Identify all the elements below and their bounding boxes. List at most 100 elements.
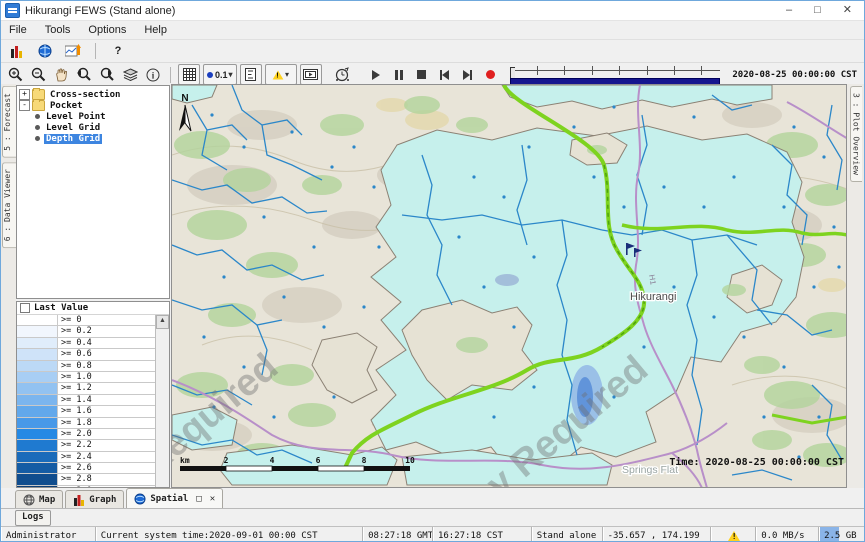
gauge-dot <box>532 385 535 388</box>
play-button[interactable] <box>366 65 386 84</box>
legend-color-swatch <box>17 452 58 462</box>
zoom-out-icon[interactable] <box>28 65 48 84</box>
tree-item-level-grid[interactable]: Level Grid <box>19 122 167 133</box>
gauge-dot <box>512 325 515 328</box>
pause-button[interactable] <box>389 65 409 84</box>
legend-row[interactable]: >= 0.2 <box>17 326 155 337</box>
expand-icon[interactable]: + <box>19 89 30 100</box>
info-icon[interactable]: i <box>143 65 163 84</box>
animation-dialog-icon[interactable] <box>300 64 322 85</box>
legend-row[interactable]: >= 0.4 <box>17 338 155 349</box>
maximize-icon[interactable]: □ <box>814 2 821 19</box>
app-logo-icon <box>5 3 20 18</box>
layers-icon[interactable] <box>120 65 140 84</box>
thresholds-warning-dropdown[interactable]: ▾ <box>265 64 297 85</box>
zoom-in-icon[interactable] <box>5 65 25 84</box>
gauge-dot <box>202 335 205 338</box>
tree-item-depth-grid[interactable]: Depth Grid <box>19 133 167 144</box>
gauge-dot <box>492 415 495 418</box>
step-back-button[interactable] <box>435 65 455 84</box>
legend-class-label: >= 0.6 <box>58 349 95 359</box>
legend-row[interactable]: >= 0.8 <box>17 361 155 372</box>
threshold-dot-icon <box>207 72 213 78</box>
legend-class-label: >= 2.8 <box>58 474 95 484</box>
legend-row[interactable]: >= 1.4 <box>17 395 155 406</box>
grid-layer-toggle-icon[interactable] <box>178 64 200 85</box>
status-warning[interactable] <box>711 527 756 542</box>
grid-display-icon[interactable] <box>7 42 27 61</box>
legend-row[interactable]: >= 1.2 <box>17 383 155 394</box>
legend-row[interactable]: >= 1.8 <box>17 418 155 429</box>
left-tab-strip: 5 : Forecast 6 : Data Viewer <box>1 84 16 488</box>
legend-row[interactable]: >= 0 <box>17 315 155 326</box>
classification-icon[interactable] <box>240 64 262 85</box>
main-toolbar: ? <box>1 40 864 63</box>
status-bar: Administrator Current system time:2020-0… <box>1 526 864 542</box>
legend-scrollbar[interactable]: ▲ ▼ <box>155 315 169 488</box>
timer-settings-icon[interactable] <box>333 65 353 84</box>
gauge-dot <box>742 335 745 338</box>
stop-button[interactable] <box>412 65 432 84</box>
tab-maximize-icon[interactable]: □ <box>196 494 201 504</box>
contour-threshold-dropdown[interactable]: 0.1 ▾ <box>203 64 237 85</box>
tree-item-cross-section[interactable]: + Cross-section <box>19 89 167 100</box>
tab-map[interactable]: Map <box>15 490 63 508</box>
minimize-icon[interactable]: – <box>786 2 792 19</box>
leaf-node-icon <box>35 125 40 130</box>
close-icon[interactable]: ✕ <box>843 2 852 19</box>
legend-row[interactable]: >= 1.6 <box>17 406 155 417</box>
time-slider[interactable] <box>510 66 721 84</box>
tab-data-viewer[interactable]: 6 : Data Viewer <box>2 162 16 248</box>
legend-row[interactable]: >= 2.0 <box>17 429 155 440</box>
town-label: Hikurangi <box>630 291 676 303</box>
legend-row[interactable]: >= 1.0 <box>17 372 155 383</box>
menu-tools[interactable]: Tools <box>45 24 71 36</box>
spatial-map[interactable]: H1 API Key Required API Key Required <box>171 84 847 488</box>
tab-plot-overview[interactable]: 3 : Plot Overview <box>850 86 862 182</box>
zoom-next-icon[interactable] <box>97 65 117 84</box>
menu-help[interactable]: Help <box>144 24 167 36</box>
map-canvas: H1 API Key Required API Key Required <box>172 85 847 488</box>
legend-color-swatch <box>17 361 58 371</box>
main-area: 5 : Forecast 6 : Data Viewer + Cross-sec… <box>1 84 864 488</box>
legend-row[interactable]: >= 2.4 <box>17 452 155 463</box>
legend-row[interactable]: >= 2.2 <box>17 440 155 451</box>
menu-options[interactable]: Options <box>88 24 126 36</box>
legend-class-label: >= 1.6 <box>58 406 95 416</box>
gauge-dot <box>527 145 530 148</box>
last-value-checkbox[interactable] <box>20 303 30 313</box>
menu-file[interactable]: File <box>9 24 27 36</box>
gauge-dot <box>272 415 275 418</box>
legend-color-swatch <box>17 463 58 473</box>
logs-button[interactable]: Logs <box>15 510 51 526</box>
tree-item-level-point[interactable]: Level Point <box>19 111 167 122</box>
zoom-previous-icon[interactable] <box>74 65 94 84</box>
step-forward-button[interactable] <box>458 65 478 84</box>
tab-graph[interactable]: Graph <box>65 490 124 508</box>
tab-close-icon[interactable]: ✕ <box>210 494 215 504</box>
scroll-up-icon[interactable]: ▲ <box>156 315 169 329</box>
tab-spatial[interactable]: Spatial □ ✕ <box>126 488 223 508</box>
gauge-dot <box>242 145 245 148</box>
pan-hand-icon[interactable] <box>51 65 71 84</box>
status-user: Administrator <box>1 527 96 542</box>
spatial-display-icon[interactable] <box>35 42 55 61</box>
legend-row[interactable]: >= 0.6 <box>17 349 155 360</box>
legend-class-label: >= 2.2 <box>58 440 95 450</box>
gauge-dot <box>457 235 460 238</box>
status-system-time: Current system time:2020-09-01 00:00 CST <box>96 527 363 542</box>
legend-color-swatch <box>17 395 58 405</box>
tree-item-pocket[interactable]: - Pocket <box>19 100 167 111</box>
gauge-dot <box>642 345 645 348</box>
collapse-icon[interactable]: - <box>19 100 30 111</box>
legend-row[interactable]: >= 2.8 <box>17 474 155 485</box>
help-button[interactable]: ? <box>108 42 128 61</box>
tab-forecast[interactable]: 5 : Forecast <box>2 86 16 158</box>
folder-icon <box>32 100 45 111</box>
time-series-dialog-icon[interactable] <box>63 42 83 61</box>
status-mode: Stand alone <box>532 527 603 542</box>
warning-icon <box>728 531 740 541</box>
record-button[interactable] <box>481 65 501 84</box>
legend-row[interactable]: >= 2.6 <box>17 463 155 474</box>
legend-class-label: >= 0 <box>58 315 84 325</box>
